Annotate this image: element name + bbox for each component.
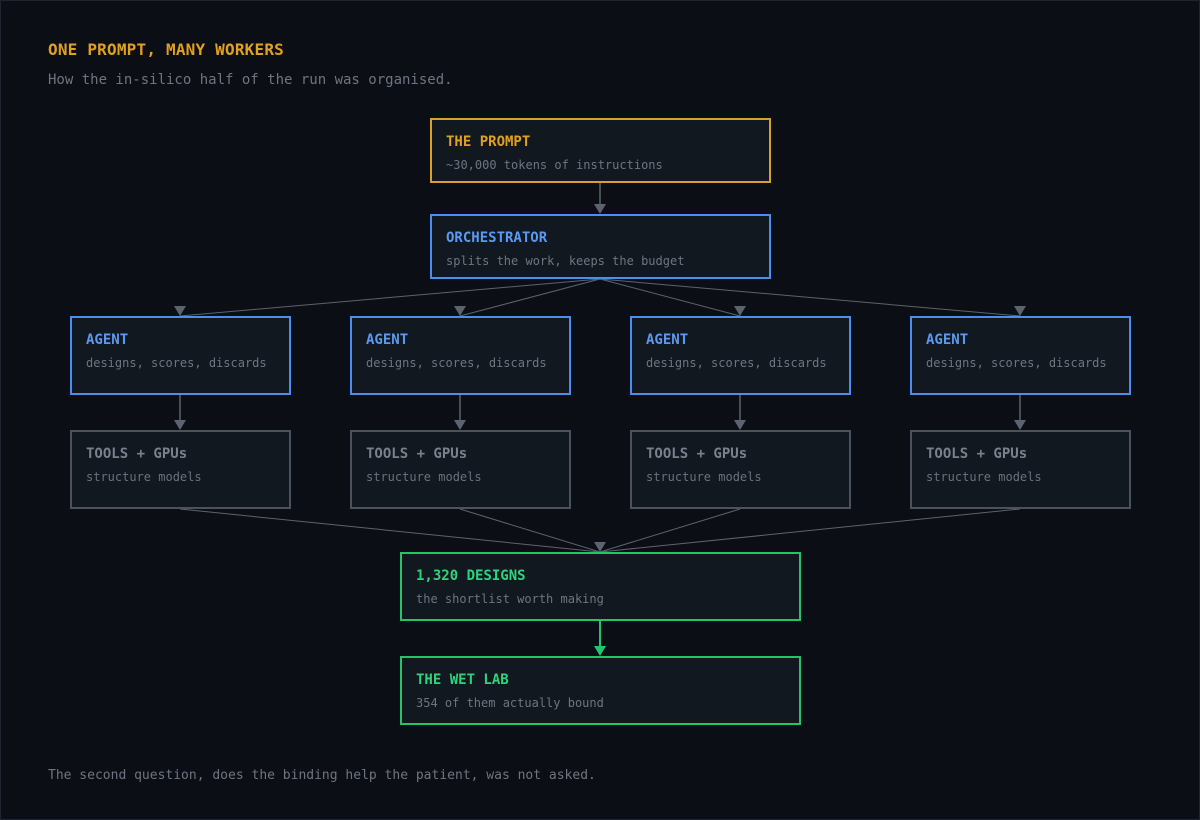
node-description: splits the work, keeps the budget	[446, 254, 685, 268]
node-tools-2: TOOLS + GPUs structure models	[350, 430, 571, 509]
footnote: The second question, does the binding he…	[48, 768, 596, 783]
node-title: AGENT	[86, 332, 129, 348]
node-orchestrator: ORCHESTRATOR splits the work, keeps the …	[430, 214, 771, 279]
node-agent-4: AGENT designs, scores, discards	[910, 316, 1131, 395]
node-title: AGENT	[646, 332, 689, 348]
arrowhead	[594, 204, 606, 214]
node-description: structure models	[86, 470, 202, 484]
node-title: TOOLS + GPUs	[926, 446, 1028, 462]
arrowhead	[594, 646, 606, 656]
node-title: ORCHESTRATOR	[446, 230, 548, 246]
node-description: designs, scores, discards	[366, 356, 547, 370]
connector-tools-designs-4	[599, 508, 1021, 553]
node-title: AGENT	[926, 332, 969, 348]
connector-orchestrator-agent-3	[599, 278, 741, 317]
node-title: THE PROMPT	[446, 134, 531, 150]
arrowhead	[1014, 306, 1026, 316]
connector-orchestrator-agent-1	[179, 278, 601, 317]
connector-orchestrator-agent-2	[459, 278, 601, 317]
node-title: TOOLS + GPUs	[366, 446, 468, 462]
node-designs: 1,320 DESIGNS the shortlist worth making	[400, 552, 801, 621]
arrowhead	[174, 306, 186, 316]
node-agent-1: AGENT designs, scores, discards	[70, 316, 291, 395]
connector-tools-designs-1	[179, 508, 601, 553]
connector-tools-designs-3	[599, 508, 741, 553]
node-description: ~30,000 tokens of instructions	[446, 158, 663, 172]
node-tools-3: TOOLS + GPUs structure models	[630, 430, 851, 509]
connector-tools-designs-2	[459, 508, 601, 553]
node-description: the shortlist worth making	[416, 592, 604, 606]
arrowhead	[454, 420, 466, 430]
node-description: structure models	[366, 470, 482, 484]
node-wet-lab: THE WET LAB 354 of them actually bound	[400, 656, 801, 725]
node-title: AGENT	[366, 332, 409, 348]
node-title: THE WET LAB	[416, 672, 509, 688]
node-description: designs, scores, discards	[86, 356, 267, 370]
node-description: structure models	[926, 470, 1042, 484]
node-tools-1: TOOLS + GPUs structure models	[70, 430, 291, 509]
connector-orchestrator-agent-4	[599, 278, 1021, 317]
arrowhead	[174, 420, 186, 430]
node-description: structure models	[646, 470, 762, 484]
arrowhead	[1014, 420, 1026, 430]
node-tools-4: TOOLS + GPUs structure models	[910, 430, 1131, 509]
node-description: designs, scores, discards	[646, 356, 827, 370]
node-title: TOOLS + GPUs	[86, 446, 188, 462]
arrowhead	[734, 420, 746, 430]
node-prompt: THE PROMPT ~30,000 tokens of instruction…	[430, 118, 771, 183]
node-agent-3: AGENT designs, scores, discards	[630, 316, 851, 395]
node-agent-2: AGENT designs, scores, discards	[350, 316, 571, 395]
node-description: 354 of them actually bound	[416, 696, 604, 710]
node-title: TOOLS + GPUs	[646, 446, 748, 462]
node-title: 1,320 DESIGNS	[416, 568, 526, 584]
node-description: designs, scores, discards	[926, 356, 1107, 370]
